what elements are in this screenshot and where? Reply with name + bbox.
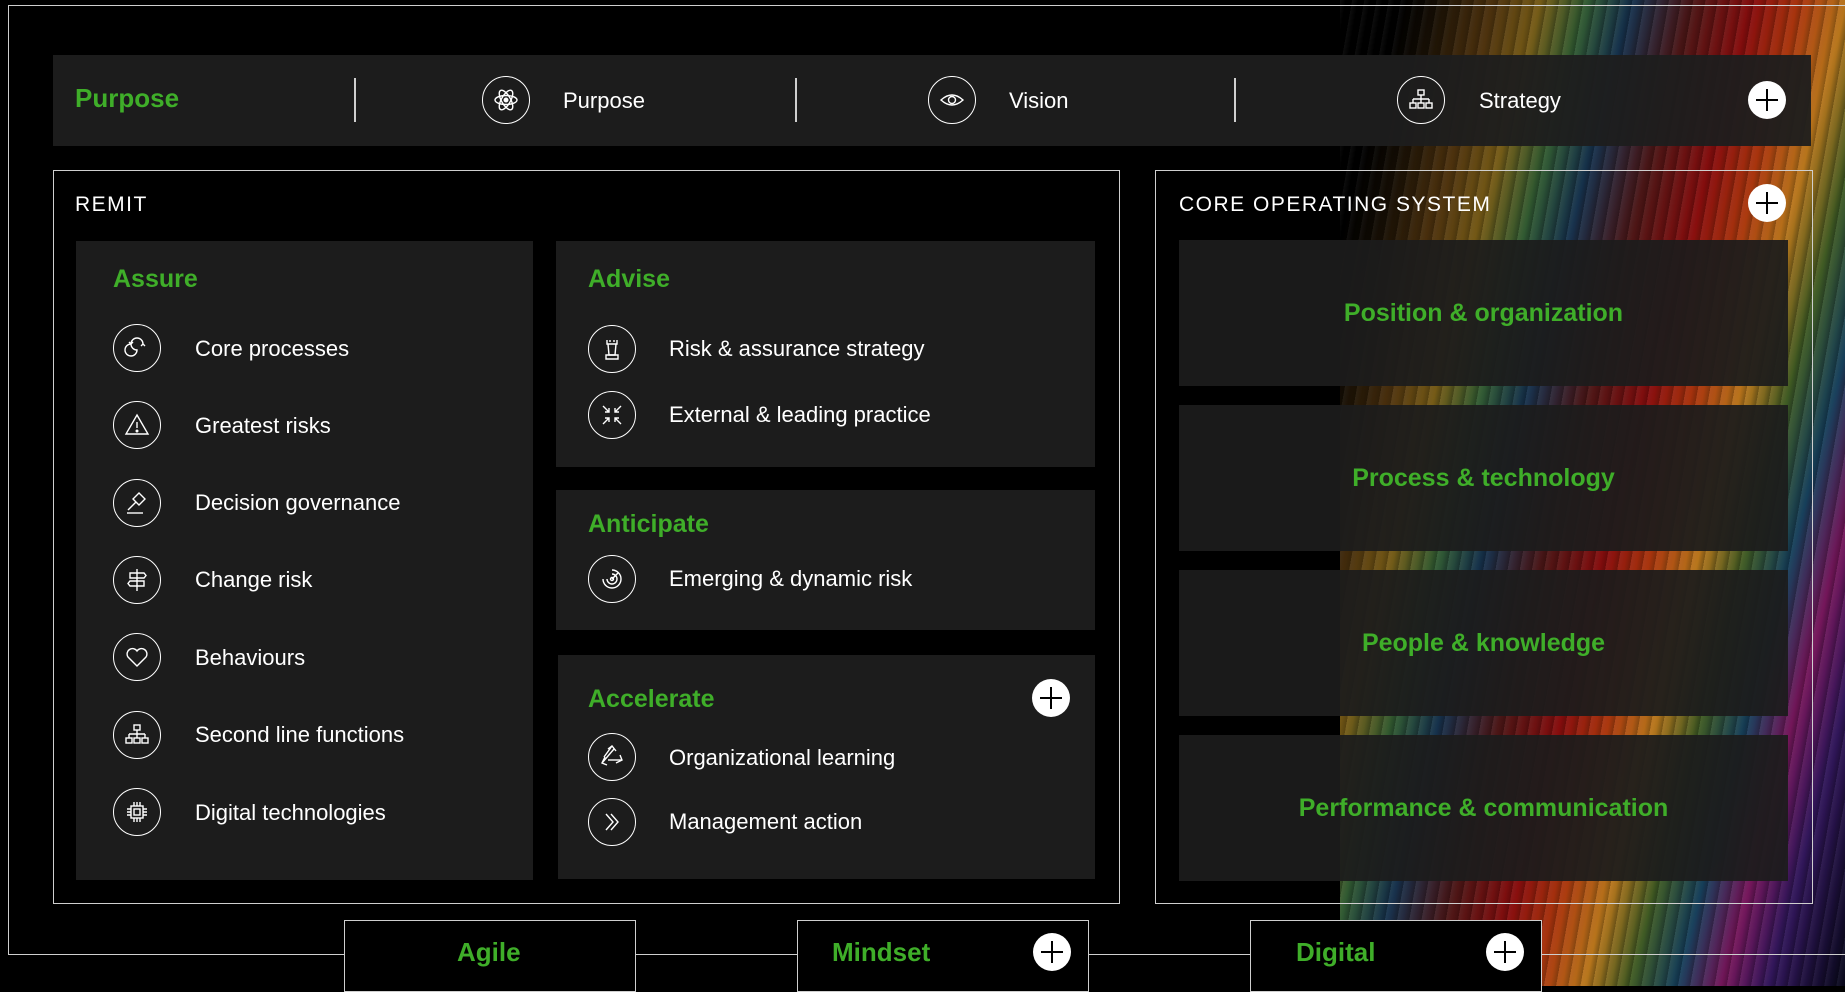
- core-item[interactable]: People & knowledge: [1179, 570, 1788, 716]
- topbar-item-strategy[interactable]: Strategy: [1479, 88, 1561, 114]
- assure-item[interactable]: Core processes: [195, 336, 349, 362]
- heart-icon: [113, 633, 161, 681]
- core-item[interactable]: Process & technology: [1179, 405, 1788, 551]
- recycle-icon: [588, 733, 636, 781]
- topbar-expand-button[interactable]: [1748, 81, 1786, 119]
- advise-item[interactable]: Risk & assurance strategy: [669, 336, 925, 362]
- topbar-item-vision[interactable]: Vision: [1009, 88, 1069, 114]
- advise-item[interactable]: External & leading practice: [669, 402, 931, 428]
- chess-rook-icon: [588, 325, 636, 373]
- remit-heading: REMIT: [75, 193, 148, 216]
- core-expand-button[interactable]: [1748, 184, 1786, 222]
- accelerate-item[interactable]: Management action: [669, 809, 862, 835]
- accelerate-expand-button[interactable]: [1032, 679, 1070, 717]
- core-heading: CORE OPERATING SYSTEM: [1179, 193, 1492, 216]
- assure-item[interactable]: Second line functions: [195, 722, 404, 748]
- radar-icon: [588, 555, 636, 603]
- assure-item[interactable]: Greatest risks: [195, 413, 331, 439]
- assure-item[interactable]: Behaviours: [195, 645, 305, 671]
- signpost-icon: [113, 556, 161, 604]
- mindset-expand-button[interactable]: [1033, 933, 1071, 971]
- core-item[interactable]: Position & organization: [1179, 240, 1788, 386]
- digital-expand-button[interactable]: [1486, 933, 1524, 971]
- divider: [354, 78, 356, 122]
- compress-arrows-icon: [588, 391, 636, 439]
- assure-item[interactable]: Change risk: [195, 567, 312, 593]
- assure-item[interactable]: Decision governance: [195, 490, 400, 516]
- warning-icon: [113, 401, 161, 449]
- tab-mindset[interactable]: Mindset: [797, 920, 1089, 992]
- chip-icon: [113, 788, 161, 836]
- double-chevron-icon: [588, 798, 636, 846]
- anticipate-title: Anticipate: [588, 510, 709, 538]
- accelerate-item[interactable]: Organizational learning: [669, 745, 895, 771]
- top-bar-title: Purpose: [75, 83, 180, 113]
- tab-digital[interactable]: Digital: [1250, 920, 1542, 992]
- accelerate-title: Accelerate: [588, 685, 715, 713]
- hierarchy-icon: [113, 711, 161, 759]
- divider: [1234, 78, 1236, 122]
- core-item[interactable]: Performance & communication: [1179, 735, 1788, 881]
- tab-agile[interactable]: Agile: [344, 920, 636, 992]
- cycle-icon: [113, 324, 161, 372]
- divider: [795, 78, 797, 122]
- hierarchy-icon: [1397, 76, 1445, 124]
- advise-title: Advise: [588, 265, 670, 293]
- eye-icon: [928, 76, 976, 124]
- assure-item[interactable]: Digital technologies: [195, 800, 386, 826]
- anticipate-item[interactable]: Emerging & dynamic risk: [669, 566, 912, 592]
- topbar-item-purpose[interactable]: Purpose: [563, 88, 645, 114]
- gavel-icon: [113, 479, 161, 527]
- atom-icon: [482, 76, 530, 124]
- assure-title: Assure: [113, 265, 198, 293]
